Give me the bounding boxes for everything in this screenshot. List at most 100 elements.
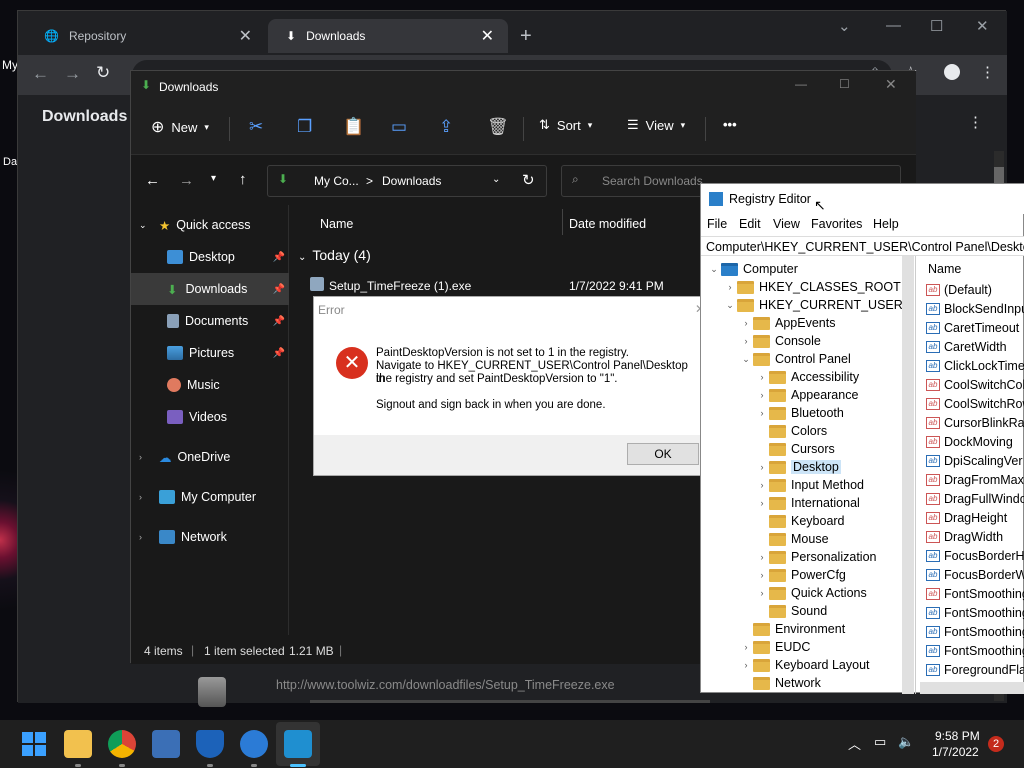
- chevron-right-icon[interactable]: ›: [739, 642, 753, 652]
- nav-item-downloads[interactable]: ⬇ Downloads 📌: [131, 273, 289, 305]
- registry-key[interactable]: › HKEY_CLASSES_ROOT: [723, 278, 901, 296]
- reload-icon[interactable]: ↻: [96, 63, 110, 83]
- registry-key[interactable]: › Desktop: [755, 458, 841, 476]
- pin-icon[interactable]: 📌: [273, 252, 285, 263]
- registry-value[interactable]: ab BlockSendInput: [926, 299, 1024, 318]
- minimize-icon[interactable]: —: [886, 17, 901, 34]
- registry-path[interactable]: Computer\HKEY_CURRENT_USER\Control Panel…: [701, 236, 1024, 256]
- paste-icon[interactable]: 📋: [343, 117, 364, 137]
- chevron-right-icon[interactable]: ›: [755, 372, 769, 382]
- new-tab-button[interactable]: +: [520, 25, 532, 48]
- values-scrollbar[interactable]: [920, 682, 1024, 694]
- close-tab-icon[interactable]: ✕: [481, 26, 494, 46]
- registry-value[interactable]: ab FontSmoothing: [926, 622, 1024, 641]
- registry-key[interactable]: ⌄ Computer: [707, 260, 798, 278]
- share-icon[interactable]: ⇪: [439, 117, 453, 137]
- clock-time[interactable]: 9:58 PM: [935, 729, 980, 743]
- chevron-right-icon[interactable]: ›: [739, 336, 753, 346]
- registry-key[interactable]: › Bluetooth: [755, 404, 844, 422]
- nav-item-quick-access[interactable]: ⌄ ★ Quick access: [131, 209, 289, 241]
- chevron-down-icon[interactable]: ⌄: [739, 354, 753, 365]
- chevron-down-icon[interactable]: ⌄: [723, 300, 737, 311]
- registry-value[interactable]: ab CursorBlinkRat: [926, 413, 1024, 432]
- volume-icon[interactable]: 🔈: [898, 734, 914, 750]
- info-icon[interactable]: [240, 730, 268, 758]
- group-header[interactable]: ⌄ Today (4): [298, 247, 371, 263]
- chevron-down-icon[interactable]: ⌄: [707, 264, 721, 275]
- copy-icon[interactable]: ❐: [297, 117, 312, 137]
- refresh-icon[interactable]: ↻: [522, 171, 535, 189]
- menu-view[interactable]: View: [773, 217, 800, 231]
- chevron-right-icon[interactable]: ›: [755, 498, 769, 508]
- registry-value[interactable]: ab ForegroundFlas: [926, 660, 1024, 679]
- registry-value[interactable]: ab DpiScalingVer: [926, 451, 1023, 470]
- close-icon[interactable]: ✕: [976, 17, 989, 35]
- nav-item-pictures[interactable]: Pictures 📌: [131, 337, 289, 369]
- profile-avatar[interactable]: [944, 64, 960, 80]
- back-icon[interactable]: ←: [32, 64, 49, 84]
- registry-value[interactable]: ab DragWidth: [926, 527, 1003, 546]
- registry-key[interactable]: Environment: [739, 620, 845, 638]
- column-header-name[interactable]: Name: [928, 262, 961, 276]
- registry-editor-taskbar-icon[interactable]: [284, 730, 312, 758]
- registry-key[interactable]: Colors: [755, 422, 827, 440]
- cut-icon[interactable]: ✂: [249, 117, 263, 137]
- registry-key[interactable]: › Appearance: [755, 386, 859, 404]
- registry-key[interactable]: Keyboard: [755, 512, 845, 530]
- breadcrumb-part[interactable]: Downloads: [382, 174, 441, 188]
- registry-value[interactable]: ab FontSmoothing: [926, 641, 1024, 660]
- forward-icon[interactable]: →: [179, 172, 194, 189]
- back-icon[interactable]: ←: [145, 172, 160, 189]
- registry-value[interactable]: ab CaretTimeout: [926, 318, 1019, 337]
- chevron-right-icon[interactable]: ›: [739, 318, 753, 328]
- registry-value[interactable]: ab CoolSwitchCol: [926, 375, 1024, 394]
- registry-value[interactable]: ab DockMoving: [926, 432, 1013, 451]
- notification-badge[interactable]: 2: [988, 736, 1004, 752]
- close-icon[interactable]: ✕: [885, 76, 897, 93]
- breadcrumb[interactable]: ⬇ My Co... > Downloads ⌄ ↻: [267, 165, 547, 197]
- nav-item-network[interactable]: › Network: [131, 521, 289, 553]
- registry-value[interactable]: ab ClickLockTime: [926, 356, 1024, 375]
- registry-value[interactable]: ab DragHeight: [926, 508, 1007, 527]
- nav-item-music[interactable]: Music: [131, 369, 289, 401]
- menu-file[interactable]: File: [707, 217, 727, 231]
- nav-item-onedrive[interactable]: › ☁ OneDrive: [131, 441, 289, 473]
- chevron-right-icon[interactable]: ›: [755, 552, 769, 562]
- registry-key[interactable]: › Input Method: [755, 476, 864, 494]
- ok-button[interactable]: OK: [627, 443, 699, 465]
- column-header-date[interactable]: Date modified: [569, 217, 646, 231]
- tab-repository[interactable]: 🌐 Repository ✕: [26, 19, 266, 53]
- download-url[interactable]: http://www.toolwiz.com/downloadfiles/Set…: [276, 678, 615, 692]
- registry-key[interactable]: ⌄ Control Panel: [739, 350, 851, 368]
- registry-key[interactable]: › Keyboard Layout: [739, 656, 870, 674]
- pin-icon[interactable]: 📌: [273, 284, 285, 295]
- menu-favorites[interactable]: Favorites: [811, 217, 862, 231]
- chrome-menu-icon[interactable]: ⋮: [980, 63, 995, 81]
- menu-help[interactable]: Help: [873, 217, 899, 231]
- clock-date[interactable]: 1/7/2022: [932, 745, 979, 759]
- tree-scrollbar[interactable]: [902, 256, 914, 694]
- column-header-name[interactable]: Name: [320, 217, 353, 231]
- registry-key[interactable]: › AppEvents: [739, 314, 836, 332]
- pin-icon[interactable]: 📌: [273, 348, 285, 359]
- close-tab-icon[interactable]: ✕: [239, 26, 252, 46]
- chevron-up-icon[interactable]: ︿: [848, 734, 861, 753]
- chevron-right-icon[interactable]: ›: [739, 660, 753, 670]
- tab-search-icon[interactable]: ⌄: [838, 17, 851, 35]
- defender-shield-icon[interactable]: [196, 730, 224, 758]
- chevron-down-icon[interactable]: ⌄: [492, 174, 500, 185]
- new-button[interactable]: ⊕ New ▾: [151, 117, 209, 137]
- registry-value[interactable]: ab FontSmoothing: [926, 603, 1024, 622]
- registry-value[interactable]: ab (Default): [926, 280, 992, 299]
- view-button[interactable]: ☰ View ▾: [627, 117, 685, 133]
- registry-value[interactable]: ab FocusBorderWi: [926, 565, 1024, 584]
- registry-value[interactable]: ab CoolSwitchRow: [926, 394, 1024, 413]
- registry-key[interactable]: Mouse: [755, 530, 829, 548]
- chevron-right-icon[interactable]: ›: [755, 480, 769, 490]
- chevron-right-icon[interactable]: ›: [755, 408, 769, 418]
- registry-value[interactable]: ab DragFromMaxi: [926, 470, 1024, 489]
- chevron-right-icon[interactable]: ›: [755, 462, 769, 472]
- windows-start-icon[interactable]: [20, 730, 48, 758]
- store-icon[interactable]: [152, 730, 180, 758]
- delete-icon[interactable]: 🗑: [487, 117, 509, 137]
